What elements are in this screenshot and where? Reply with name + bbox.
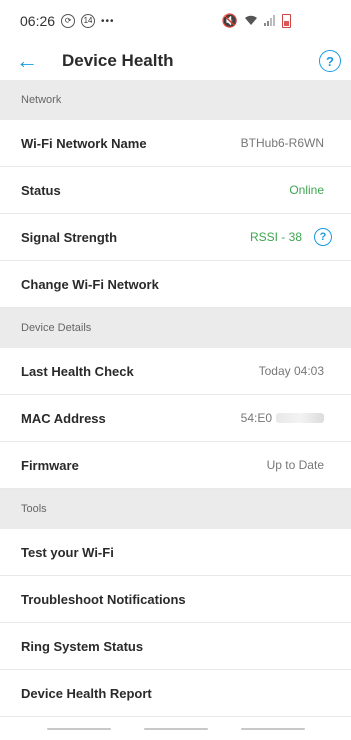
last-health-check-label: Last Health Check — [21, 363, 134, 379]
more-notifications-icon: ••• — [101, 15, 115, 27]
signal-strength-row: Signal Strength RSSI - 38 ? — [0, 214, 351, 261]
status-right: 🔇 — [222, 13, 291, 29]
mute-icon: 🔇 — [221, 13, 238, 28]
page-title: Device Health — [62, 51, 174, 70]
test-wifi-label: Test your Wi-Fi — [21, 544, 114, 560]
arrow-left-icon[interactable]: ← — [16, 50, 46, 72]
battery-icon — [282, 14, 291, 28]
mac-address-value-wrap: 54:E0 — [241, 409, 324, 427]
signal-strength-value-wrap: RSSI - 38 ? — [250, 228, 332, 246]
cell-signal-icon — [264, 14, 276, 29]
last-health-check-value: Today 04:03 — [258, 364, 324, 378]
troubleshoot-notifications-row[interactable]: Troubleshoot Notifications — [0, 576, 351, 623]
section-network: Network — [0, 80, 351, 120]
status-value: Online — [289, 183, 324, 197]
signal-help-icon[interactable]: ? — [314, 228, 332, 246]
troubleshoot-notifications-label: Troubleshoot Notifications — [21, 591, 186, 607]
section-tools: Tools — [0, 489, 351, 529]
sync-icon: ⟳ — [61, 14, 76, 28]
mac-address-value: 54:E0 — [240, 411, 272, 425]
last-health-check-row: Last Health Check Today 04:03 — [0, 348, 351, 395]
wifi-network-name-value: BTHub6-R6WN — [240, 136, 324, 150]
mac-address-label: MAC Address — [21, 410, 106, 426]
ring-system-status-label: Ring System Status — [21, 638, 144, 654]
device-health-report-row[interactable]: Device Health Report — [0, 670, 351, 717]
signal-strength-label: Signal Strength — [21, 229, 118, 245]
wifi-network-name-row: Wi-Fi Network Name BTHub6-R6WN — [0, 120, 351, 167]
wifi-signal-icon — [244, 14, 258, 29]
status-label: Status — [21, 182, 61, 198]
question-circle-icon[interactable]: ? — [319, 50, 341, 72]
signal-strength-value: RSSI - 38 — [249, 230, 302, 244]
notification-count-badge: 14 — [81, 14, 96, 28]
firmware-row: Firmware Up to Date — [0, 442, 351, 489]
mac-address-row: MAC Address 54:E0 — [0, 395, 351, 442]
firmware-label: Firmware — [21, 457, 79, 473]
system-nav-bar — [0, 718, 351, 740]
change-wifi-network-label: Change Wi-Fi Network — [21, 276, 159, 292]
section-device-details: Device Details — [0, 308, 351, 348]
firmware-value: Up to Date — [266, 458, 324, 472]
device-health-report-label: Device Health Report — [21, 685, 152, 701]
mac-address-redacted — [276, 412, 324, 423]
status-time: 06:26 — [20, 13, 56, 29]
nav-home-handle[interactable] — [143, 728, 208, 730]
nav-back-handle[interactable] — [240, 728, 305, 730]
change-wifi-network-row[interactable]: Change Wi-Fi Network — [0, 261, 351, 308]
status-left: 06:26 ⟳ 14 ••• — [20, 13, 115, 29]
ring-system-status-row[interactable]: Ring System Status — [0, 623, 351, 670]
test-wifi-row[interactable]: Test your Wi-Fi — [0, 529, 351, 576]
wifi-network-name-label: Wi-Fi Network Name — [21, 135, 147, 151]
status-row: Status Online — [0, 167, 351, 214]
nav-recents-handle[interactable] — [46, 728, 111, 730]
app-header: ← Device Health ? — [0, 42, 351, 80]
status-bar: 06:26 ⟳ 14 ••• 🔇 — [0, 0, 351, 42]
